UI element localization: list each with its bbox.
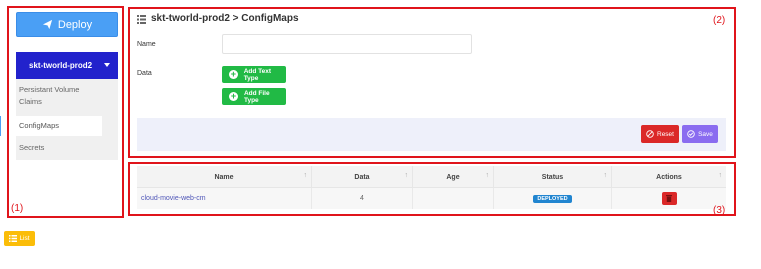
annotation-box-table [128, 162, 736, 216]
annotation-box-form [128, 7, 736, 158]
annotation-label-2: (2) [713, 15, 726, 26]
list-icon [9, 235, 18, 242]
annotation-box-sidebar [7, 6, 124, 218]
list-button[interactable]: List [4, 231, 35, 246]
annotation-label-1: (1) [11, 203, 24, 214]
list-label: List [19, 235, 30, 242]
annotation-label-3: (3) [713, 205, 726, 216]
